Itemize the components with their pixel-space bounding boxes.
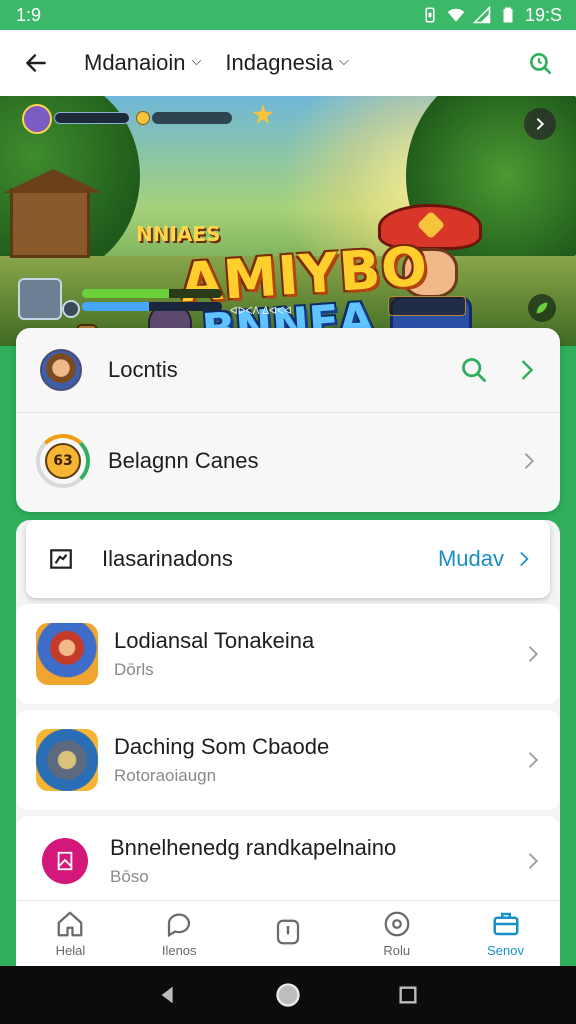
chevron-right-icon [529,646,539,662]
hud-caption: ᐊᐅᐸᐱ ᐃᐊᐸᐊ [230,306,292,317]
home-circle-icon[interactable] [274,981,302,1009]
chat-icon [168,913,191,938]
region-dropdown[interactable]: Indagnesia ⌵ [225,50,349,76]
game-title: Bnnelhenedg randkapelnaino [110,835,397,860]
signal-icon [472,6,491,24]
game-title: Lodiansal Tonakeina [114,628,315,653]
nav-item-history[interactable] [234,901,343,966]
hud-avatar [22,104,52,134]
list-item-locntis[interactable]: Locntis [16,328,560,412]
hud-mana-fill [82,302,150,311]
hud-xp-bar [54,112,130,124]
banner-next-button[interactable] [524,108,556,140]
hud-coin-bar [152,112,232,124]
back-button[interactable] [18,45,54,81]
chevron-right-icon [522,360,534,380]
category-dropdown[interactable]: Mdanaioin ⌵ [84,50,201,76]
badge-icon: 63 [36,434,90,488]
list-item-label: Locntis [108,357,178,382]
hud-mana-bar [82,302,222,311]
hud-action-button [388,296,466,316]
app-header: Mdanaioin ⌵ Indagnesia ⌵ [0,30,576,96]
status-time-left: 1:9 [16,4,42,25]
search-icon[interactable] [460,356,488,384]
game-subtitle: Dōrls [114,660,154,679]
nav-label: Senov [487,943,525,958]
nav-label: Helal [55,943,86,958]
game-subtitle: Bōso [110,867,149,886]
see-more-link[interactable]: Mudav [438,546,532,572]
game-list-item[interactable]: Bnnelhenedg randkapelnaino Bōso [16,816,560,906]
game-title: Daching Som Cbaode [114,734,330,759]
game-subtitle: Rotoraoiaugn [114,766,217,785]
badge-inner: 63 [45,443,81,479]
status-icons: 19:S [421,5,562,26]
leaf-icon [528,294,556,322]
banner-small-title: NNIAES [136,222,221,246]
game-list-item[interactable]: Daching Som Cbaode Rotoraoiaugn [16,710,560,810]
arrow-left-icon [26,54,46,72]
vibrate-icon [425,7,435,23]
game-text: Bnnelhenedg randkapelnaino Bōso [110,835,396,887]
chevron-right-icon [520,552,529,566]
avatar-icon [40,349,82,391]
bottom-navigation: Helal Ilenos Rolu Senov [16,900,560,966]
nav-item-chat[interactable]: Ilenos [125,901,234,966]
home-icon [58,911,83,937]
chevron-down-icon: ⌵ [339,53,349,68]
chevron-right-icon [537,118,545,130]
section-title: Ilasarinadons [102,546,233,571]
recents-square-icon[interactable] [397,984,419,1006]
banner-hut [3,169,103,258]
chevron-right-icon [529,752,539,768]
game-text: Lodiansal Tonakeina Dōrls [114,628,314,680]
game-icon [36,623,98,685]
see-more-label: Mudav [437,546,504,571]
status-time-right: 19:S [524,4,562,25]
battery-icon [503,7,513,23]
game-list-item[interactable]: Lodiansal Tonakeina Dōrls [16,604,560,704]
hud-health-fill [82,289,169,298]
region-dropdown-label: Indagnesia [225,50,334,75]
system-navigation-bar [0,966,576,1024]
nav-item-store[interactable]: Senov [451,901,560,966]
coin-icon [136,111,150,125]
chevron-down-icon: ⌵ [191,53,202,68]
nav-label: Rolu [383,943,411,958]
nav-label: Ilenos [161,943,197,958]
chevron-right-icon [525,453,535,469]
wifi-icon [447,8,465,22]
list-item-belagnn-canes[interactable]: 63 Belagnn Canes [16,413,560,509]
nav-item-explore[interactable]: Rolu [342,901,451,966]
bookmark-icon [42,838,88,884]
status-bar: 1:9 19:S [0,0,576,30]
search-icon [530,53,552,75]
nav-item-home[interactable]: Helal [16,901,125,966]
game-icon [36,729,98,791]
hud-skill-icon [62,300,80,318]
briefcase-icon [493,912,519,936]
clock-icon [276,919,300,944]
back-triangle-icon[interactable] [157,984,179,1006]
hud-player-avatar [18,278,62,320]
list-item-label: Belagnn Canes [108,448,259,473]
header-search-button[interactable] [522,45,558,81]
game-text: Daching Som Cbaode Rotoraoiaugn [114,734,329,786]
hud-health-bar [82,289,222,298]
compass-icon [384,911,410,937]
category-dropdown-label: Mdanaioin [84,50,186,75]
section-header: Ilasarinadons Mudav [26,520,550,598]
chart-icon [50,549,72,569]
chevron-right-icon [529,853,539,869]
quick-links-card: Locntis 63 Belagnn Canes [16,328,560,512]
